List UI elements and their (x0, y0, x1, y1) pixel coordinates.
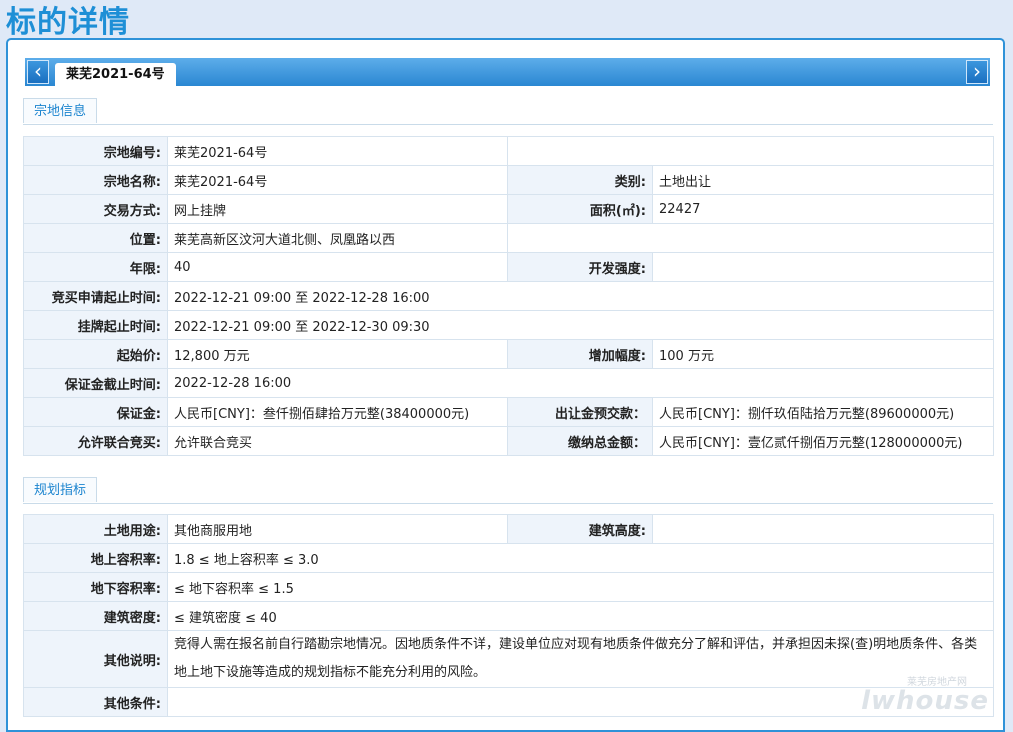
table-row: 位置: 莱芜高新区汶河大道北侧、凤凰路以西 (23, 223, 994, 253)
parcel-no-label: 宗地编号: (23, 136, 168, 166)
deposit-label: 保证金: (23, 397, 168, 427)
deposit-deadline-value: 2022-12-28 16:00 (167, 368, 994, 398)
section-divider (23, 503, 993, 504)
increment-value: 100 万元 (652, 339, 994, 369)
table-row: 宗地编号: 莱芜2021-64号 (23, 136, 994, 166)
area-value: 22427 (652, 194, 994, 224)
page-title: 标的详情 (6, 5, 130, 40)
table-row: 交易方式: 网上挂牌 面积(㎡): 22427 (23, 194, 994, 224)
joint-bid-value: 允许联合竞买 (167, 426, 508, 456)
section-divider (23, 124, 993, 125)
apply-period-label: 竞买申请起止时间: (23, 281, 168, 311)
density-value: ≤ 建筑密度 ≤ 40 (167, 601, 994, 631)
parcel-name-label: 宗地名称: (23, 165, 168, 195)
height-label: 建筑高度: (507, 514, 653, 544)
far-above-label: 地上容积率: (23, 543, 168, 573)
listing-period-label: 挂牌起止时间: (23, 310, 168, 340)
deposit-deadline-label: 保证金截止时间: (23, 368, 168, 398)
start-price-value: 12,800 万元 (167, 339, 508, 369)
detail-panel: ‹ 莱芜2021-64号 › 宗地信息 宗地编号: 莱芜2021-64号 宗地名… (6, 38, 1005, 732)
density-label: 建筑密度: (23, 601, 168, 631)
table-row: 起始价: 12,800 万元 增加幅度: 100 万元 (23, 339, 994, 369)
table-row: 保证金截止时间: 2022-12-28 16:00 (23, 368, 994, 398)
table-row: 挂牌起止时间: 2022-12-21 09:00 至 2022-12-30 09… (23, 310, 994, 340)
parcel-name-value: 莱芜2021-64号 (167, 165, 508, 195)
table-row: 土地用途: 其他商服用地 建筑高度: (23, 514, 994, 544)
far-below-value: ≤ 地下容积率 ≤ 1.5 (167, 572, 994, 602)
term-label: 年限: (23, 252, 168, 282)
chevron-right-icon[interactable]: › (966, 60, 988, 84)
total-value: 人民币[CNY]：壹亿贰仟捌佰万元整(128000000元) (652, 426, 994, 456)
section-title-parcel-info: 宗地信息 (23, 98, 98, 123)
table-row: 其他说明: 竞得人需在报名前自行踏勘宗地情况。因地质条件不详，建设单位应对现有地… (23, 630, 994, 688)
total-label: 缴纳总金额： (507, 426, 653, 456)
start-price-label: 起始价: (23, 339, 168, 369)
watermark: 莱芜房地产网 lwhouse (861, 673, 989, 714)
category-label: 类别: (507, 165, 653, 195)
other-label: 其他条件: (23, 687, 168, 717)
location-label: 位置: (23, 223, 168, 253)
table-row: 保证金: 人民币[CNY]：叁仟捌佰肆拾万元整(38400000元) 出让金预交… (23, 397, 994, 427)
land-use-value: 其他商服用地 (167, 514, 508, 544)
table-row: 地下容积率: ≤ 地下容积率 ≤ 1.5 (23, 572, 994, 602)
intensity-value (652, 252, 994, 282)
table-row: 允许联合竞买: 允许联合竞买 缴纳总金额： 人民币[CNY]：壹亿贰仟捌佰万元整… (23, 426, 994, 456)
land-use-label: 土地用途: (23, 514, 168, 544)
far-below-label: 地下容积率: (23, 572, 168, 602)
apply-period-value: 2022-12-21 09:00 至 2022-12-28 16:00 (167, 281, 994, 311)
area-label: 面积(㎡): (507, 194, 653, 224)
prepay-value: 人民币[CNY]：捌仟玖佰陆拾万元整(89600000元) (652, 397, 994, 427)
prepay-label: 出让金预交款： (507, 397, 653, 427)
increment-label: 增加幅度: (507, 339, 653, 369)
table-row: 地上容积率: 1.8 ≤ 地上容积率 ≤ 3.0 (23, 543, 994, 573)
term-value: 40 (167, 252, 508, 282)
chevron-left-icon[interactable]: ‹ (27, 60, 49, 84)
tab-parcel[interactable]: 莱芜2021-64号 (55, 63, 176, 86)
trade-method-value: 网上挂牌 (167, 194, 508, 224)
notes-label: 其他说明: (23, 630, 168, 688)
trade-method-label: 交易方式: (23, 194, 168, 224)
far-above-value: 1.8 ≤ 地上容积率 ≤ 3.0 (167, 543, 994, 573)
empty-cell (507, 223, 994, 253)
joint-bid-label: 允许联合竞买: (23, 426, 168, 456)
tab-bar: ‹ 莱芜2021-64号 › (25, 58, 990, 86)
table-row: 建筑密度: ≤ 建筑密度 ≤ 40 (23, 601, 994, 631)
location-value: 莱芜高新区汶河大道北侧、凤凰路以西 (167, 223, 508, 253)
parcel-no-value: 莱芜2021-64号 (167, 136, 508, 166)
watermark-en: lwhouse (861, 686, 989, 716)
intensity-label: 开发强度: (507, 252, 653, 282)
parcel-info-table: 宗地编号: 莱芜2021-64号 宗地名称: 莱芜2021-64号 类别: 土地… (23, 136, 994, 456)
listing-period-value: 2022-12-21 09:00 至 2022-12-30 09:30 (167, 310, 994, 340)
category-value: 土地出让 (652, 165, 994, 195)
deposit-value: 人民币[CNY]：叁仟捌佰肆拾万元整(38400000元) (167, 397, 508, 427)
section-title-planning: 规划指标 (23, 477, 98, 502)
planning-table: 土地用途: 其他商服用地 建筑高度: 地上容积率: 1.8 ≤ 地上容积率 ≤ … (23, 514, 994, 717)
table-row: 竞买申请起止时间: 2022-12-21 09:00 至 2022-12-28 … (23, 281, 994, 311)
empty-cell (507, 136, 994, 166)
table-row: 宗地名称: 莱芜2021-64号 类别: 土地出让 (23, 165, 994, 195)
table-row: 其他条件: (23, 687, 994, 717)
table-row: 年限: 40 开发强度: (23, 252, 994, 282)
height-value (652, 514, 994, 544)
